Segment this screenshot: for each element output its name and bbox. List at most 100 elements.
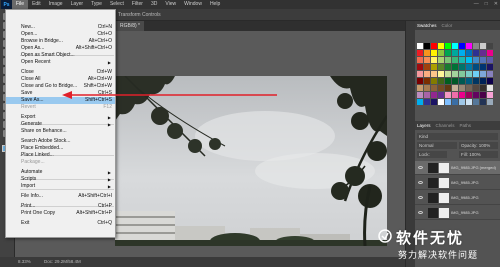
eye-icon[interactable] bbox=[418, 166, 423, 169]
color-swatch[interactable] bbox=[452, 85, 458, 91]
menu-image[interactable]: Image bbox=[45, 0, 67, 9]
color-swatch[interactable] bbox=[480, 64, 486, 70]
color-swatch[interactable] bbox=[452, 71, 458, 77]
layer-row[interactable]: IMG_9985.JPG (merged) bbox=[415, 161, 500, 175]
color-swatch[interactable] bbox=[431, 50, 437, 56]
color-swatch[interactable] bbox=[438, 92, 444, 98]
color-swatch[interactable] bbox=[431, 99, 437, 105]
color-swatch[interactable] bbox=[431, 64, 437, 70]
menu-item-open-as[interactable]: Open As... Alt+Shift+Ctrl+O bbox=[6, 45, 115, 52]
color-swatch[interactable] bbox=[466, 92, 472, 98]
color-swatch[interactable] bbox=[466, 85, 472, 91]
color-swatch[interactable] bbox=[424, 78, 430, 84]
color-swatch[interactable] bbox=[459, 50, 465, 56]
color-swatch[interactable] bbox=[452, 92, 458, 98]
color-swatch[interactable] bbox=[459, 78, 465, 84]
color-swatch[interactable] bbox=[480, 57, 486, 63]
eye-icon[interactable] bbox=[418, 211, 423, 214]
menu-item-browse-in-bridge[interactable]: Browse in Bridge... Alt+Ctrl+O bbox=[6, 38, 115, 45]
color-swatch[interactable] bbox=[438, 85, 444, 91]
menu-layer[interactable]: Layer bbox=[67, 0, 88, 9]
menu-type[interactable]: Type bbox=[87, 0, 106, 9]
color-swatch[interactable] bbox=[424, 92, 430, 98]
menu-item-print[interactable]: Print... Ctrl+P bbox=[6, 203, 115, 210]
opacity-field[interactable]: Opacity: 100% bbox=[459, 142, 498, 149]
zoom-level[interactable]: 8.33% bbox=[18, 259, 31, 264]
menu-item-place-linked[interactable]: Place Linked... bbox=[6, 152, 115, 159]
menu-item-open-as-smart-object[interactable]: Open as Smart Object... bbox=[6, 52, 115, 59]
color-swatch[interactable] bbox=[438, 50, 444, 56]
color-swatch[interactable] bbox=[438, 64, 444, 70]
menu-item-close[interactable]: Close Ctrl+W bbox=[6, 69, 115, 76]
tab-layers[interactable]: Layers bbox=[417, 123, 431, 128]
maximize-icon[interactable]: □ bbox=[485, 0, 488, 9]
menu-item-share-on-behance[interactable]: Share on Behance... bbox=[6, 128, 115, 135]
color-swatch[interactable] bbox=[445, 43, 451, 49]
tab-swatches[interactable]: Swatches bbox=[417, 23, 437, 28]
color-swatch[interactable] bbox=[424, 43, 430, 49]
transform-controls-label[interactable]: Transform Controls bbox=[118, 12, 161, 18]
color-swatch[interactable] bbox=[452, 64, 458, 70]
menu-item-automate[interactable]: Automate ▶ bbox=[6, 169, 115, 176]
fill-field[interactable]: Fill: 100% bbox=[459, 151, 498, 158]
color-swatch[interactable] bbox=[424, 50, 430, 56]
color-swatch[interactable] bbox=[473, 57, 479, 63]
color-swatch[interactable] bbox=[445, 92, 451, 98]
color-swatch[interactable] bbox=[452, 50, 458, 56]
menu-item-print-one-copy[interactable]: Print One Copy Alt+Shift+Ctrl+P bbox=[6, 210, 115, 217]
color-swatch[interactable] bbox=[438, 71, 444, 77]
menu-item-exit[interactable]: Exit Ctrl+Q bbox=[6, 220, 115, 227]
tab-paths[interactable]: Paths bbox=[460, 123, 472, 128]
color-swatch[interactable] bbox=[466, 57, 472, 63]
color-swatch[interactable] bbox=[431, 43, 437, 49]
color-swatch[interactable] bbox=[459, 92, 465, 98]
menu-item-save[interactable]: Save Ctrl+S bbox=[6, 90, 115, 97]
color-swatch[interactable] bbox=[424, 71, 430, 77]
color-swatch[interactable] bbox=[445, 99, 451, 105]
color-swatch[interactable] bbox=[487, 71, 493, 77]
color-swatch[interactable] bbox=[438, 57, 444, 63]
minimize-icon[interactable]: — bbox=[474, 0, 479, 9]
color-swatch[interactable] bbox=[487, 57, 493, 63]
color-swatch[interactable] bbox=[424, 99, 430, 105]
document-tab[interactable]: RGB/8) * bbox=[116, 21, 145, 31]
menu-item-search-adobe-stock[interactable]: Search Adobe Stock... bbox=[6, 138, 115, 145]
menu-item-close-all[interactable]: Close All Alt+Ctrl+W bbox=[6, 76, 115, 83]
color-swatch[interactable] bbox=[466, 43, 472, 49]
menu-item-scripts[interactable]: Scripts ▶ bbox=[6, 176, 115, 183]
color-swatch[interactable] bbox=[424, 64, 430, 70]
menu-help[interactable]: Help bbox=[206, 0, 224, 9]
color-swatch[interactable] bbox=[487, 85, 493, 91]
color-swatch[interactable] bbox=[417, 78, 423, 84]
color-swatch[interactable] bbox=[487, 92, 493, 98]
tab-channels[interactable]: Channels bbox=[436, 123, 455, 128]
eye-icon[interactable] bbox=[418, 196, 423, 199]
color-swatch[interactable] bbox=[452, 99, 458, 105]
color-swatch[interactable] bbox=[431, 78, 437, 84]
color-swatch[interactable] bbox=[473, 64, 479, 70]
color-swatch[interactable] bbox=[480, 50, 486, 56]
color-swatch[interactable] bbox=[452, 43, 458, 49]
color-swatch[interactable] bbox=[480, 78, 486, 84]
menu-item-open[interactable]: Open... Ctrl+O bbox=[6, 31, 115, 38]
menu-select[interactable]: Select bbox=[106, 0, 128, 9]
color-swatch[interactable] bbox=[473, 71, 479, 77]
color-swatch[interactable] bbox=[431, 57, 437, 63]
color-swatch[interactable] bbox=[445, 71, 451, 77]
color-swatch[interactable] bbox=[487, 78, 493, 84]
color-swatch[interactable] bbox=[438, 99, 444, 105]
eye-icon[interactable] bbox=[418, 181, 423, 184]
menu-item-open-recent[interactable]: Open Recent ▶ bbox=[6, 59, 115, 66]
menu-window[interactable]: Window bbox=[180, 0, 206, 9]
layer-row[interactable]: IMG_9985.JPG bbox=[415, 206, 500, 220]
color-swatch[interactable] bbox=[445, 64, 451, 70]
color-swatch[interactable] bbox=[466, 99, 472, 105]
color-swatch[interactable] bbox=[466, 64, 472, 70]
color-swatch[interactable] bbox=[480, 92, 486, 98]
menu-item-import[interactable]: Import ▶ bbox=[6, 183, 115, 190]
tab-color[interactable]: Color bbox=[442, 23, 453, 28]
color-swatch[interactable] bbox=[431, 85, 437, 91]
color-swatch[interactable] bbox=[480, 85, 486, 91]
color-swatch[interactable] bbox=[473, 85, 479, 91]
color-swatch[interactable] bbox=[466, 71, 472, 77]
